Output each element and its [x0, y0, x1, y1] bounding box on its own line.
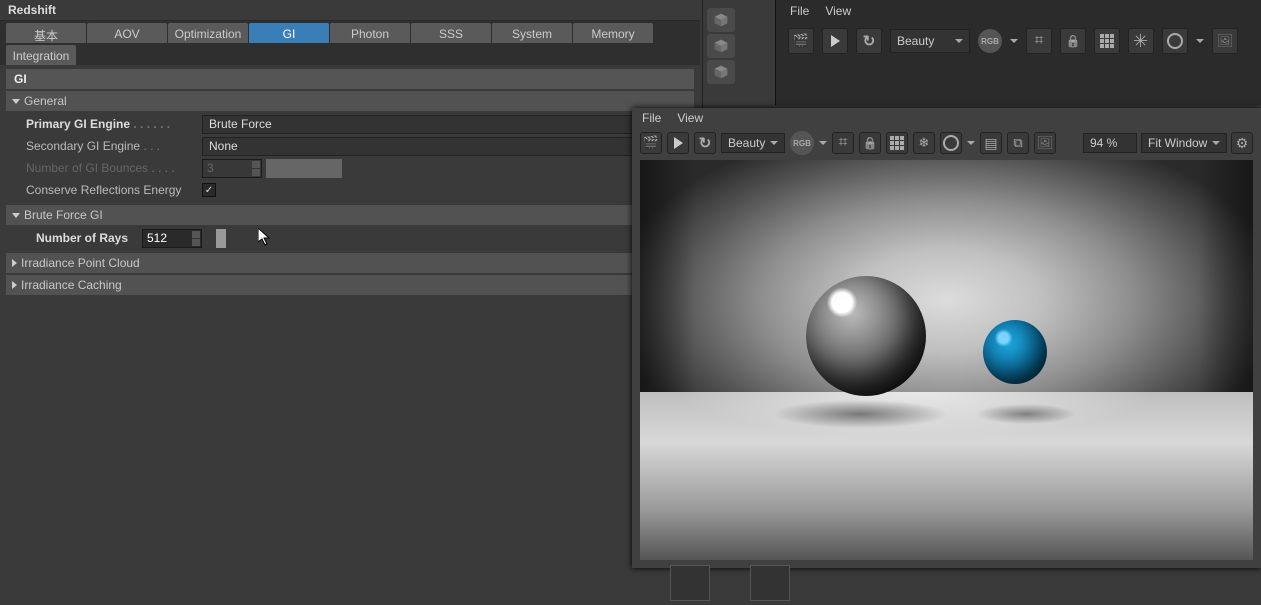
crop-icon[interactable]	[832, 132, 854, 154]
tab-memory[interactable]: Memory	[573, 23, 653, 43]
rendered-scene	[640, 160, 1253, 560]
rays-slider[interactable]	[206, 229, 688, 248]
group-general: General Primary GI Engine . . . . . . Br…	[6, 91, 694, 203]
menu-file[interactable]: File	[790, 4, 809, 18]
refresh-icon[interactable]	[694, 132, 716, 154]
collapse-icon	[12, 99, 20, 104]
primary-gi-label: Primary GI Engine . . . . . .	[12, 117, 202, 131]
chevron-down-icon[interactable]	[1010, 39, 1018, 43]
group-brute-force-header[interactable]: Brute Force GI	[6, 205, 694, 225]
render-scene-icon[interactable]	[640, 132, 662, 154]
conserve-label: Conserve Reflections Energy	[12, 183, 202, 197]
tab-photon[interactable]: Photon	[330, 23, 410, 43]
rays-label: Number of Rays	[12, 231, 142, 245]
snowflake-icon[interactable]	[913, 132, 935, 154]
copy-icon[interactable]	[1007, 132, 1029, 154]
thumbnail[interactable]	[750, 565, 790, 601]
sphere-gray	[806, 276, 926, 396]
menu-view[interactable]: View	[825, 4, 851, 18]
section-gi-header: GI	[6, 69, 694, 89]
tab-gi[interactable]: GI	[249, 23, 329, 43]
panel-title: Redshift	[0, 0, 700, 21]
tab-optimization[interactable]: Optimization	[168, 23, 248, 43]
play-button[interactable]	[667, 132, 689, 154]
crop-icon[interactable]	[1026, 28, 1052, 54]
rgb-icon[interactable]: RGB	[978, 29, 1002, 53]
ring-icon[interactable]	[940, 132, 962, 154]
collapse-icon	[12, 213, 20, 218]
menu-view[interactable]: View	[677, 111, 703, 125]
group-general-header[interactable]: General	[6, 91, 694, 111]
group-ic-title: Irradiance Caching	[21, 278, 122, 292]
group-brute-force: Brute Force GI Number of Rays 512	[6, 205, 694, 251]
group-irradiance-point-cloud: Irradiance Point Cloud	[6, 253, 694, 273]
image-icon[interactable]	[1212, 28, 1238, 54]
secondary-gi-label: Secondary GI Engine . . .	[12, 139, 202, 153]
image-icon[interactable]	[1034, 132, 1056, 154]
chevron-down-icon[interactable]	[819, 141, 827, 145]
lock-icon[interactable]	[859, 132, 881, 154]
render-view-top: File View Beauty RGB	[775, 0, 1261, 105]
lock-icon[interactable]	[1060, 28, 1086, 54]
object-toolbar	[702, 0, 738, 110]
pass-dropdown[interactable]: Beauty	[721, 133, 785, 153]
group-ipc-title: Irradiance Point Cloud	[21, 256, 140, 270]
chevron-down-icon[interactable]	[1196, 39, 1204, 43]
tabs-row-1: 基本 AOV Optimization GI Photon SSS System…	[0, 21, 700, 65]
chevron-down-icon[interactable]	[967, 141, 975, 145]
render-view-float: File View Beauty RGB 94 % Fit Window	[632, 108, 1261, 568]
group-general-title: General	[24, 94, 67, 108]
zoom-field[interactable]: 94 %	[1083, 133, 1137, 153]
fit-dropdown[interactable]: Fit Window	[1141, 133, 1227, 153]
grid-icon[interactable]	[886, 132, 908, 154]
ring-icon[interactable]	[1162, 28, 1188, 54]
render-viewport[interactable]	[640, 160, 1253, 560]
group-ipc-header[interactable]: Irradiance Point Cloud	[6, 253, 694, 273]
cube-icon[interactable]	[707, 34, 735, 58]
redshift-settings-panel: Redshift 基本 AOV Optimization GI Photon S…	[0, 0, 700, 605]
cube-icon[interactable]	[707, 60, 735, 84]
primary-gi-combo[interactable]: Brute Force	[202, 115, 688, 134]
render-top-menu: File View	[776, 0, 1261, 22]
gear-icon[interactable]	[1231, 132, 1253, 154]
render-float-toolbar: Beauty RGB 94 % Fit Window	[632, 128, 1261, 158]
layers-icon[interactable]	[980, 132, 1002, 154]
rays-field[interactable]: 512	[142, 229, 202, 248]
bounces-slider	[266, 159, 688, 178]
expand-icon	[12, 259, 17, 267]
tab-system[interactable]: System	[492, 23, 572, 43]
group-irradiance-caching: Irradiance Caching	[6, 275, 694, 295]
group-brute-force-title: Brute Force GI	[24, 208, 103, 222]
render-scene-icon[interactable]	[788, 28, 814, 54]
expand-icon	[12, 281, 17, 289]
tab-integration[interactable]: Integration	[6, 45, 76, 65]
conserve-checkbox[interactable]: ✓	[202, 183, 216, 197]
render-float-menu: File View	[632, 108, 1261, 128]
grid-icon[interactable]	[1094, 28, 1120, 54]
tab-sss[interactable]: SSS	[411, 23, 491, 43]
group-ic-header[interactable]: Irradiance Caching	[6, 275, 694, 295]
render-top-toolbar: Beauty RGB	[776, 22, 1261, 60]
pass-dropdown[interactable]: Beauty	[890, 29, 970, 53]
refresh-icon[interactable]	[856, 28, 882, 54]
menu-file[interactable]: File	[642, 111, 661, 125]
bounces-label: Number of GI Bounces . . . .	[12, 161, 202, 175]
tab-aov[interactable]: AOV	[87, 23, 167, 43]
sphere-blue	[983, 320, 1047, 384]
secondary-gi-combo[interactable]: None	[202, 137, 688, 156]
rgb-icon[interactable]: RGB	[790, 131, 814, 155]
thumbnail-strip	[670, 565, 790, 605]
tab-basic[interactable]: 基本	[6, 23, 86, 43]
thumbnail[interactable]	[670, 565, 710, 601]
sun-icon[interactable]	[1128, 28, 1154, 54]
cube-icon[interactable]	[707, 8, 735, 32]
bounces-field: 3	[202, 159, 262, 178]
play-button[interactable]	[822, 28, 848, 54]
